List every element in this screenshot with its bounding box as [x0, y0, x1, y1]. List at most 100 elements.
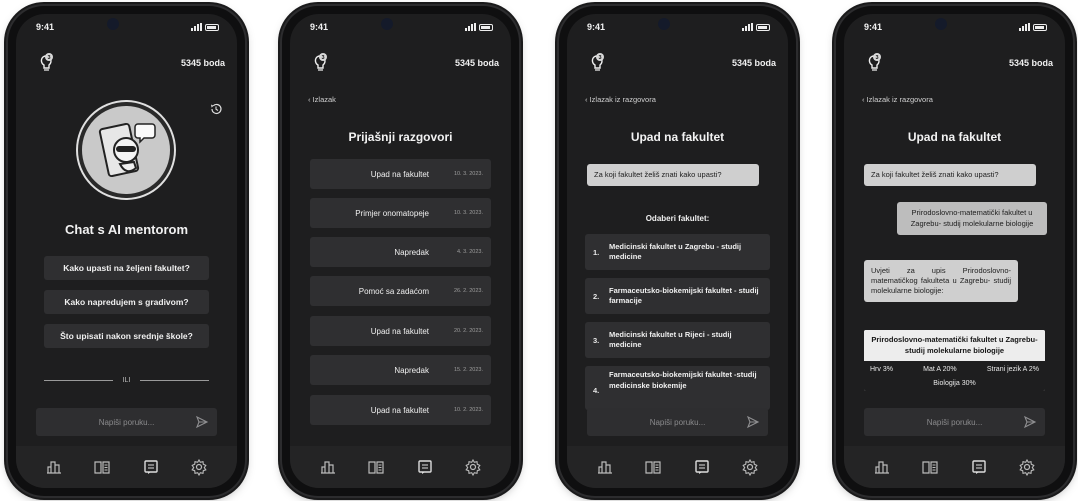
history-item[interactable]: Napredak 15. 2. 2023.	[310, 355, 491, 385]
back-link[interactable]: ‹ Izlazak	[308, 95, 336, 104]
suggestion-button[interactable]: Kako upasti na željeni fakultet?	[44, 256, 209, 280]
page-title: Upad na fakultet	[630, 130, 725, 144]
nav-chat[interactable]	[970, 458, 988, 476]
status-bar: 9:41	[16, 14, 237, 40]
lightbulb-icon[interactable]	[308, 52, 330, 74]
back-link[interactable]: ‹ Izlazak iz razgovora	[585, 95, 656, 104]
bot-message: Uvjeti za upis Prirodoslovno-matematičko…	[864, 260, 1018, 303]
points-counter: 5345 boda	[1008, 58, 1053, 68]
faculty-option[interactable]: 2. Farmaceutsko-biokemijski fakultet - st…	[585, 278, 770, 314]
requirement: Strani jezik A 2%	[986, 366, 1039, 373]
message-placeholder: Napiši poruku...	[98, 417, 155, 427]
status-icons	[742, 23, 770, 31]
history-title: Napredak	[394, 247, 429, 257]
lightbulb-icon[interactable]	[862, 52, 884, 74]
signal-icon	[742, 23, 753, 31]
history-date: 4. 3. 2023.	[457, 249, 483, 255]
nav-settings[interactable]	[1018, 458, 1036, 476]
faculty-option[interactable]: 3. Medicinski fakultet u Rijeci - studij …	[585, 322, 770, 358]
history-date: 26. 2. 2023.	[453, 288, 483, 294]
history-title: Upad na fakultet	[370, 405, 429, 415]
status-bar: 9:41	[844, 14, 1065, 40]
history-item[interactable]: Primjer onomatopeje 10. 3. 2023.	[310, 198, 491, 228]
faculty-option[interactable]: 4. Farmaceutsko-biokemijski fakultet -stu…	[585, 366, 770, 410]
camera-icon	[934, 18, 947, 30]
choose-label: Odaberi fakultet:	[645, 214, 710, 223]
nav-book[interactable]	[93, 458, 111, 476]
history-title: Upad na fakultet	[370, 326, 429, 336]
history-item[interactable]: Upad na fakultet 20. 2. 2023.	[310, 316, 491, 346]
option-text: Medicinski fakultet u Rijeci - studij me…	[609, 329, 732, 350]
history-date: 10. 3. 2023.	[453, 210, 483, 216]
option-number: 2.	[593, 291, 600, 301]
nav-chat[interactable]	[693, 458, 711, 476]
back-label: Izlazak	[312, 95, 336, 104]
card-row: Hrv 3% Mat A 20% Strani jezik A 2%	[864, 361, 1045, 378]
history-icon[interactable]	[209, 102, 223, 116]
nav-settings[interactable]	[190, 458, 208, 476]
history-date: 10. 2. 2023.	[453, 407, 483, 413]
divider-line	[44, 379, 113, 381]
nav-stats[interactable]	[45, 458, 63, 476]
history-title: Upad na fakultet	[370, 169, 429, 179]
phone-chat-select: 9:41 5345 boda ‹ Izlazak iz razgovora Up…	[559, 6, 796, 496]
nav-stats[interactable]	[319, 458, 337, 476]
phone-chat-result: 9:41 5345 boda ‹ Izlazak iz razgovora Up…	[836, 6, 1073, 496]
history-title: Napredak	[394, 365, 429, 375]
book-icon	[921, 458, 939, 476]
send-icon[interactable]	[746, 415, 760, 429]
stats-icon	[319, 458, 337, 476]
history-item[interactable]: Pomoć sa zadaćom 26. 2. 2023.	[310, 276, 491, 306]
message-input[interactable]: Napiši poruku...	[587, 408, 768, 436]
book-icon	[93, 458, 111, 476]
send-icon[interactable]	[195, 415, 209, 429]
nav-book[interactable]	[644, 458, 662, 476]
gear-icon	[464, 458, 482, 476]
option-number: 3.	[593, 335, 600, 345]
history-title: Primjer onomatopeje	[355, 208, 429, 218]
option-text: Medicinski fakultet u Zagrebu - studij m…	[609, 241, 742, 262]
requirement: Mat A 20%	[923, 366, 957, 373]
status-icons	[1019, 23, 1047, 31]
signal-icon	[465, 23, 476, 31]
nav-book[interactable]	[367, 458, 385, 476]
nav-stats[interactable]	[873, 458, 891, 476]
bottom-nav	[290, 446, 511, 488]
camera-icon	[380, 18, 393, 30]
history-item[interactable]: Upad na fakultet 10. 2. 2023.	[310, 395, 491, 425]
history-title: Pomoć sa zadaćom	[358, 286, 429, 296]
back-label: Izlazak iz razgovora	[866, 95, 933, 104]
gear-icon	[741, 458, 759, 476]
requirements-card: Prirodoslovno-matematički fakultet u Zag…	[864, 330, 1045, 391]
message-placeholder: Napiši poruku...	[926, 417, 983, 427]
chat-icon	[416, 458, 434, 476]
nav-settings[interactable]	[741, 458, 759, 476]
status-icons	[465, 23, 493, 31]
nav-chat[interactable]	[142, 458, 160, 476]
history-item[interactable]: Upad na fakultet 10. 3. 2023.	[310, 159, 491, 189]
screen: 9:41 5345 boda ‹ Izlazak iz razgovora Up…	[567, 14, 788, 488]
history-item[interactable]: Napredak 4. 3. 2023.	[310, 237, 491, 267]
nav-chat[interactable]	[416, 458, 434, 476]
back-link[interactable]: ‹ Izlazak iz razgovora	[862, 95, 933, 104]
or-divider: ILI	[44, 374, 210, 386]
message-input[interactable]: Napiši poruku...	[36, 408, 217, 436]
nav-book[interactable]	[921, 458, 939, 476]
lightbulb-icon[interactable]	[585, 52, 607, 74]
screen: 9:41 5345 boda ‹ Izlazak Prijašnji razgo…	[290, 14, 511, 488]
bot-message: Za koji fakultet želiš znati kako upasti…	[587, 164, 759, 187]
nav-stats[interactable]	[596, 458, 614, 476]
faculty-option[interactable]: 1. Medicinski fakultet u Zagrebu - studij…	[585, 234, 770, 270]
screen: 9:41 5345 boda Chat s AI mentorom Kako u…	[16, 14, 237, 488]
suggestion-button[interactable]: Što upisati nakon srednje škole?	[44, 324, 209, 348]
message-input[interactable]: Napiši poruku...	[864, 408, 1045, 436]
send-icon[interactable]	[1023, 415, 1037, 429]
message-placeholder: Napiši poruku...	[649, 417, 706, 427]
points-counter: 5345 boda	[180, 58, 225, 68]
bottom-nav	[567, 446, 788, 488]
battery-icon	[205, 23, 219, 31]
lightbulb-icon[interactable]	[34, 52, 56, 74]
bottom-nav	[844, 446, 1065, 488]
suggestion-button[interactable]: Kako napredujem s gradivom?	[44, 290, 209, 314]
nav-settings[interactable]	[464, 458, 482, 476]
